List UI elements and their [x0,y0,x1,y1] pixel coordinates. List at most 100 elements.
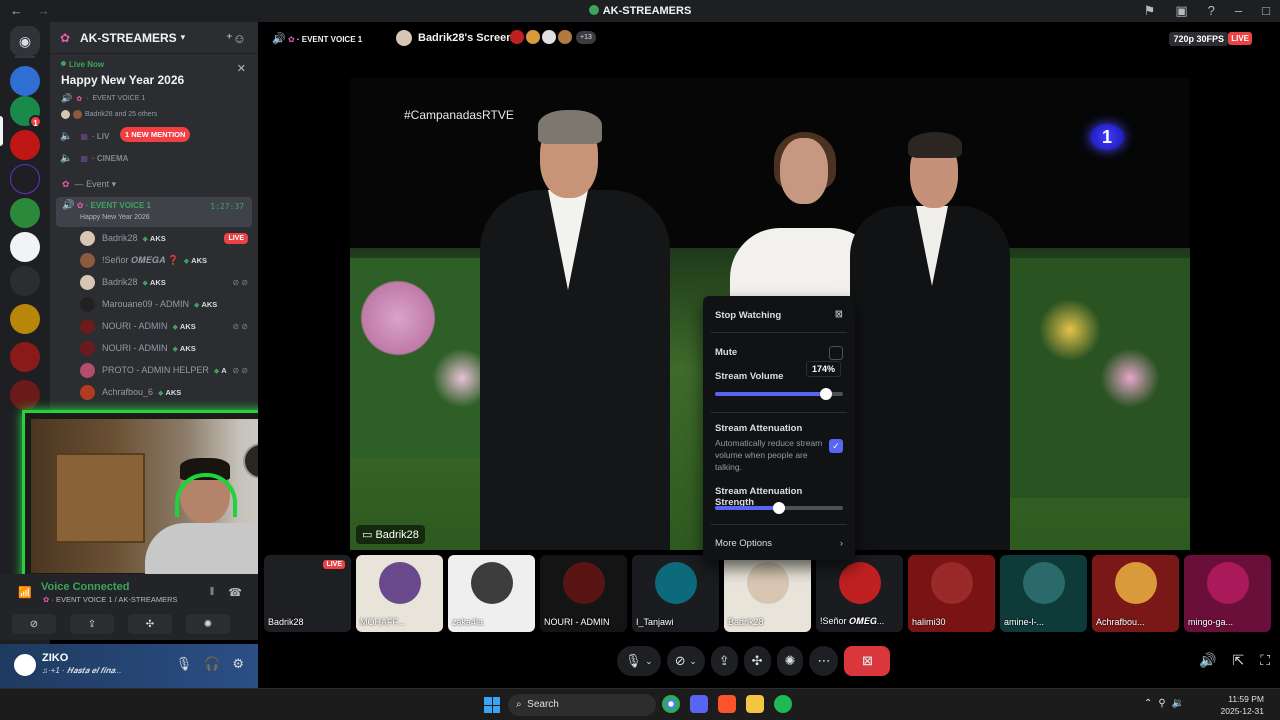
member-tag: AKS [158,388,181,397]
participant-tile[interactable]: NOURI - ADMIN [540,555,627,632]
discord-icon[interactable] [690,695,708,713]
participant-tile[interactable]: LIVE Badrik28 [264,555,351,632]
maximize-icon[interactable]: □ [1262,3,1270,19]
live-now-card[interactable]: Live Now ✕ Happy New Year 2026 🔊 ✿ · EVENT… [50,54,258,119]
voice-member[interactable]: Marouane09 - ADMIN AKS [50,293,258,315]
share-screen-button[interactable]: ⇪ [710,646,738,676]
gear-icon[interactable]: ⚙ [232,656,244,672]
disconnect-icon[interactable]: ☎ [228,586,242,599]
taskbar-clock[interactable]: 11:59 PM 2025-12-31 [1221,693,1264,717]
server-icon[interactable] [10,304,40,334]
camera-button[interactable]: ⊘ ⌄ [666,646,705,676]
participant-name: amine-l-... [1004,617,1045,627]
participant-name: mingo-ga... [1188,617,1234,627]
server-icon[interactable] [10,66,40,96]
minimize-icon[interactable]: – [1235,3,1242,19]
stream-channel[interactable]: 🔊 ✿ · EVENT VOICE 1 [272,32,362,45]
brave-icon[interactable] [718,695,736,713]
voice-member[interactable]: Badrik28 AKS ⊘ ⊘ [50,271,258,293]
share-screen-button[interactable]: ⇪ [70,614,114,634]
channel-item[interactable]: 🔈 ▦ · LIV 1 NEW MENTION [50,125,258,147]
pop-out-icon[interactable]: ⇱ [1232,652,1244,669]
mute-item[interactable]: Mute [715,346,843,360]
more-options-button[interactable]: ⋯ [809,646,839,676]
voice-location[interactable]: ✿ · EVENT VOICE 1 / AK-STREAMERS [43,595,178,604]
help-icon[interactable]: ? [1208,3,1215,19]
participant-tile[interactable]: !Señor 𝑶𝑴𝑬𝑮... [816,555,903,632]
participant-tile[interactable]: halimi30 [908,555,995,632]
headphones-icon[interactable]: 🎧 [204,656,220,672]
server-icon[interactable] [10,232,40,262]
camera-off-button[interactable]: ⊘ [12,614,56,634]
voice-member[interactable]: Achrafbou_6 AKS [50,381,258,403]
chevron-down-icon[interactable]: ⌄ [689,656,697,667]
microphone-button[interactable]: 🎙 ⌄ [617,646,661,676]
soundboard-button[interactable]: ✺ [776,646,804,676]
microphone-icon[interactable]: 🎙 [176,656,193,672]
chevron-up-icon[interactable]: ⌃ [1144,698,1152,709]
server-name: AK-STREAMERS [80,30,177,45]
more-options-item[interactable]: More Options › [715,538,843,549]
stop-watching-item[interactable]: Stop Watching ⊠ [715,309,843,321]
voice-member[interactable]: NOURI - ADMIN AKS ⊘ ⊘ [50,315,258,337]
participant-tile[interactable]: amine-l-... [1000,555,1087,632]
flag-icon[interactable]: ⚑ [1144,3,1156,19]
server-icon[interactable] [10,198,40,228]
avatar[interactable] [12,652,38,678]
server-icon[interactable] [10,130,40,160]
soundboard-button[interactable]: ✺ [186,614,230,634]
voice-member[interactable]: PROTO - ADMIN HELPER A ⊘ ⊘ [50,359,258,381]
volume-icon[interactable]: 🔊 [1199,652,1216,669]
participant-tile[interactable]: Badrik28 [724,555,811,632]
participant-tile[interactable]: Achrafbou... [1092,555,1179,632]
viewer-avatars[interactable]: +13 [510,30,596,44]
stream-volume-slider[interactable] [715,388,843,400]
mute-checkbox[interactable] [829,346,843,360]
new-mention-badge[interactable]: 1 NEW MENTION [120,127,191,142]
chevron-down-icon[interactable]: ⌄ [645,656,653,667]
fullscreen-icon[interactable]: ⛶ [1260,652,1270,669]
chrome-icon[interactable] [662,695,680,713]
username[interactable]: ZIKO [42,652,68,664]
server-icon[interactable] [10,164,40,194]
category-header[interactable]: ✿ — Event ▾ [50,173,258,195]
participant-tile[interactable]: I_Tanjawi [632,555,719,632]
activities-button[interactable]: ✣ [743,646,771,676]
windows-start-icon[interactable] [484,697,500,713]
stream-attenuation-item[interactable]: Automatically reduce stream volume when … [715,437,843,473]
noise-suppression-icon[interactable]: ‖ [210,586,215,599]
voice-members: Badrik28AKSLIVE!Señor 𝑶𝑴𝑬𝑮𝑨 ❓AKSBadrik28… [50,227,258,403]
discord-home-icon[interactable]: ◉ [10,26,40,56]
camera-off-icon: ⊘ [674,653,686,668]
attenuation-checkbox[interactable]: ✓ [829,439,843,453]
participant-tile[interactable]: mingo-ga... [1184,555,1271,632]
server-header[interactable]: ✿ AK-STREAMERS ▾ ⁺☺ [50,22,258,54]
signal-icon[interactable]: 📶 [18,586,32,599]
channel-item[interactable]: 🔈 ▦ · CINEMA [50,147,258,169]
active-voice-channel[interactable]: 🔊 ✿ · EVENT VOICE 1 1:27:37 Happy New Ye… [56,197,252,227]
server-icon[interactable]: 1 [10,96,42,128]
broadcaster-logo: 1 [1090,124,1124,150]
member-tag: AKS [173,344,196,353]
voice-member[interactable]: NOURI - ADMIN AKS [50,337,258,359]
activities-button[interactable]: ✣ [128,614,172,634]
inbox-icon[interactable]: ▣ [1175,3,1187,19]
stop-stream-button[interactable]: ⊠ [844,646,891,676]
network-icon[interactable]: ⚲ [1158,698,1165,709]
server-icon[interactable] [10,342,40,372]
server-icon[interactable] [10,380,40,410]
volume-icon[interactable]: 🔉 [1172,698,1184,709]
participant-tile[interactable]: MOHAFF... [356,555,443,632]
voice-member[interactable]: Badrik28 AKS LIVE [50,227,258,249]
participant-name: NOURI - ADMIN [544,617,610,627]
voice-member[interactable]: !Señor 𝑶𝑴𝑬𝑮𝑨 ❓ AKS [50,249,258,271]
server-icon[interactable] [10,266,40,296]
attenuation-strength-slider[interactable] [715,502,843,514]
file-explorer-icon[interactable] [746,695,764,713]
invite-people-icon[interactable]: ⁺☺ [226,31,246,47]
participant-tile[interactable]: zaka4ia [448,555,535,632]
close-icon[interactable]: ✕ [237,62,246,75]
spotify-icon[interactable] [774,695,792,713]
participant-name: Badrik28 [728,617,764,627]
taskbar-search[interactable]: ⌕ Search [508,694,656,716]
